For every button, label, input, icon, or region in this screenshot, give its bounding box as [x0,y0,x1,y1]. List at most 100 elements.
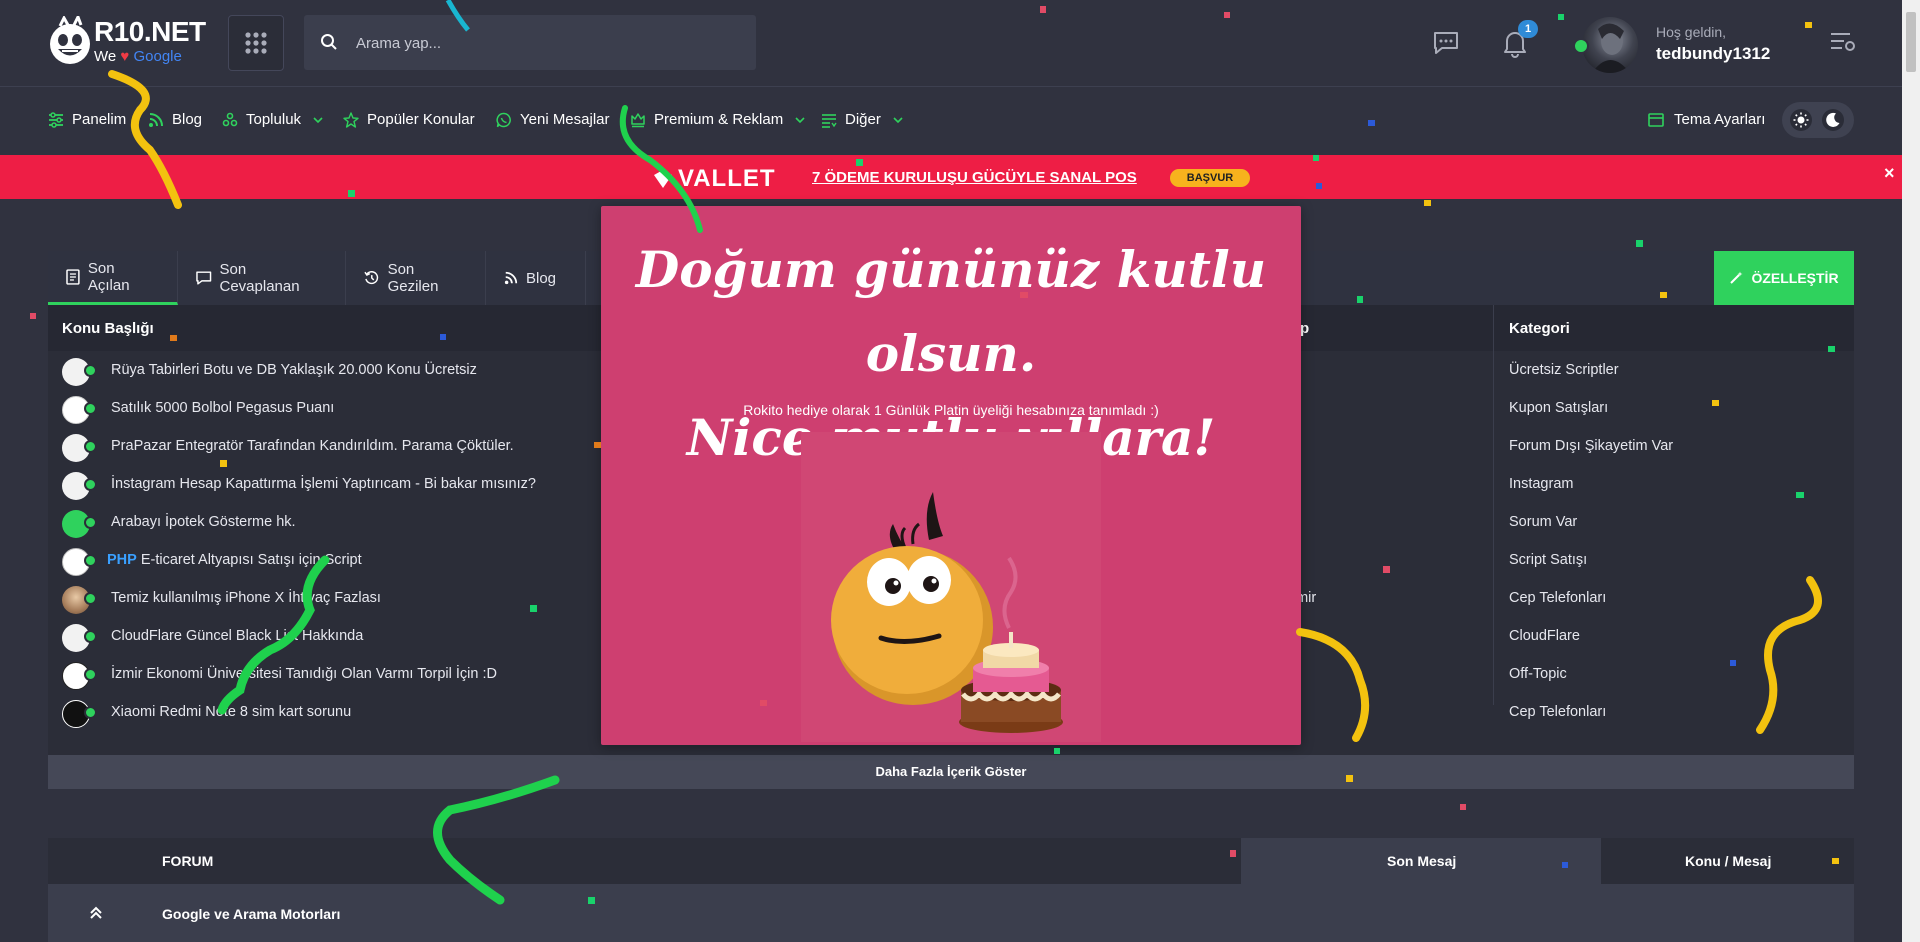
ad-cta-button[interactable]: BAŞVUR [1170,169,1250,187]
topic-category[interactable]: Instagram [1509,476,1573,492]
tab-son-gezilen[interactable]: Son Gezilen [346,251,486,305]
tab-label: Son Açılan [87,259,130,294]
topic-title[interactable]: Satılık 5000 Bolbol Pegasus Puanı [107,400,334,416]
topic-title-text: İnstagram Hesap Kapattırma İşlemi Yaptır… [111,476,536,492]
theme-settings-button[interactable]: Tema Ayarları [1648,111,1765,128]
forum-section-name[interactable]: Google ve Arama Motorları [162,906,340,922]
site-logo[interactable]: R10.NET We ♥ Google [48,12,208,70]
rss-icon [504,271,518,285]
ad-close-button[interactable]: × [1884,163,1895,184]
avatar-image-icon [1592,23,1630,73]
online-status-dot [84,440,97,453]
nav-item-populer-konular[interactable]: Popüler Konular [343,111,475,128]
top-header: R10.NET We ♥ Google 1 [0,0,1902,87]
scrollbar-thumb[interactable] [1906,12,1916,72]
topic-title-text: E-ticaret Altyapısı Satışı için Script [140,552,362,568]
tab-son-acilan[interactable]: Son Açılan [48,251,178,305]
mascot-logo-icon [50,16,90,64]
topic-title[interactable]: PHP E-ticaret Altyapısı Satışı için Scrip… [107,552,362,568]
topic-title[interactable]: İnstagram Hesap Kapattırma İşlemi Yaptır… [107,476,536,492]
online-status-dot [84,402,97,415]
search-input[interactable] [354,15,748,72]
topic-category[interactable]: Script Satışı [1509,552,1587,568]
dark-mode-button[interactable] [1822,109,1844,131]
col-forum: FORUM [162,853,214,869]
col-topic-title: Konu Başlığı [62,320,154,337]
nav-label: Blog [172,111,203,128]
menu-settings-icon[interactable] [1830,30,1856,54]
birthday-mascot-icon [831,492,1063,733]
topic-prefix: PHP [107,552,137,568]
nav-item-blog[interactable]: Blog [148,111,202,128]
topic-title[interactable]: Arabayı İpotek Gösterme hk. [107,514,296,530]
online-status-dot [84,478,97,491]
tab-label: Son Cevaplanan [219,261,300,295]
topic-title[interactable]: CloudFlare Güncel Black List Hakkında [107,628,363,644]
logo-tagline: We ♥ Google [94,48,182,65]
premium-icon [631,112,645,127]
tab-blog[interactable]: Blog [486,251,586,305]
nav-item-diger[interactable]: Diğer [821,111,903,128]
search-icon [321,34,337,50]
forum-section-row[interactable]: Google ve Arama Motorları [48,884,1854,942]
double-chevron-up-icon[interactable] [90,906,102,920]
messages-icon[interactable] [1432,30,1460,56]
birthday-modal[interactable]: Doğum gününüz kutlu olsun. Nice mutlu yı… [601,206,1301,745]
online-status-dot [84,516,97,529]
ad-brand-logo: VALLET [652,165,776,193]
tab-son-cevaplanan[interactable]: Son Cevaplanan [178,251,346,305]
col-topic-message: Konu / Mesaj [1685,853,1772,869]
page-scrollbar[interactable] [1902,0,1920,942]
whatsapp-icon [496,112,511,127]
topic-category[interactable]: Cep Telefonları [1509,704,1606,720]
customize-button[interactable]: ÖZELLEŞTİR [1714,251,1854,305]
topic-category[interactable]: Sorum Var [1509,514,1577,530]
nav-item-premium-reklam[interactable]: Premium & Reklam [630,111,805,128]
birthday-illustration [801,432,1101,742]
ad-link[interactable]: 7 ÖDEME KURULUŞU GÜCÜYLE SANAL POS [812,169,1137,186]
col-last-message: Son Mesaj [1387,853,1457,869]
topic-title-text: Xiaomi Redmi Note 8 sim kart sorunu [111,704,352,720]
topic-title[interactable]: Rüya Tabirleri Botu ve DB Yaklaşık 20.00… [107,362,477,378]
show-more-button[interactable]: Daha Fazla İçerik Göster [48,755,1854,789]
tab-label: Blog [526,269,557,287]
topic-category[interactable]: Off-Topic [1509,666,1567,682]
theme-toggle[interactable] [1782,102,1854,138]
logo-google: Google [133,48,182,65]
modal-title-line-1: Doğum gününüz kutlu olsun. [635,240,1267,383]
chevron-down-icon [313,116,323,123]
welcome-text: Hoş geldin, [1656,24,1727,40]
nav-item-panelim[interactable]: Panelim [48,111,126,128]
rss-icon [149,112,163,127]
nav-item-yeni-mesajlar[interactable]: Yeni Mesajlar [496,111,610,128]
list-icon [822,113,837,128]
topic-title[interactable]: İzmir Ekonomi Üniversitesi Tanıdığı Olan… [107,666,497,682]
logo-name: R10.NET [94,16,206,47]
topic-category[interactable]: Kupon Satışları [1509,400,1608,416]
online-status-dot [1573,38,1589,54]
customize-label: ÖZELLEŞTİR [1751,270,1839,286]
light-mode-button[interactable] [1790,109,1812,131]
topic-category[interactable]: Cep Telefonları [1509,590,1606,606]
nav-label: Yeni Mesajlar [520,111,610,128]
ad-banner[interactable]: VALLET 7 ÖDEME KURULUŞU GÜCÜYLE SANAL PO… [0,155,1902,199]
notification-badge: 1 [1518,20,1538,38]
chevron-down-icon [893,116,903,123]
sun-icon [1793,112,1809,128]
modal-message: Rokito hediye olarak 1 Günlük Platin üye… [743,402,1159,418]
topic-category[interactable]: Forum Dışı Şikayetim Var [1509,438,1673,454]
topic-title[interactable]: Xiaomi Redmi Note 8 sim kart sorunu [107,704,351,720]
topic-title[interactable]: PraPazar Entegratör Tarafından Kandırıld… [107,438,514,454]
apps-grid-button[interactable] [228,15,284,71]
nav-label: Topluluk [246,111,302,128]
search-bar [304,15,756,72]
avatar[interactable] [1582,17,1638,73]
nav-label: Premium & Reklam [654,111,784,128]
topic-title[interactable]: Temiz kullanılmış iPhone X İhtiyaç Fazla… [107,590,381,606]
topic-category[interactable]: Ücretsiz Scriptler [1509,362,1619,378]
username[interactable]: tedbundy1312 [1656,44,1770,64]
nav-item-topluluk[interactable]: Topluluk [222,111,323,128]
forum-table-header: FORUM Son Mesaj Konu / Mesaj [48,838,1854,884]
topic-category[interactable]: CloudFlare [1509,628,1580,644]
topic-title-text: Rüya Tabirleri Botu ve DB Yaklaşık 20.00… [111,362,477,378]
